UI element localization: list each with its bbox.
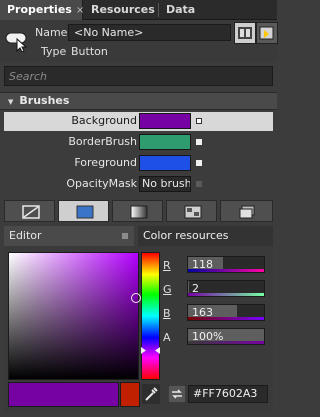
editor-menu-icon[interactable] [122,233,128,239]
search-input[interactable] [9,69,259,83]
tile-brush-button[interactable] [166,200,217,222]
tab-editor[interactable]: Editor [4,226,134,246]
brush-row-background[interactable]: Background [4,112,273,131]
brushes-section-header[interactable]: ▼ Brushes [0,92,277,110]
brush-resources-button[interactable] [220,200,273,222]
red-gradient-bar [188,269,264,272]
color-format-toggle-icon[interactable] [168,385,186,403]
name-field[interactable]: <No Name> [68,24,231,41]
solid-color-brush-button[interactable] [58,200,109,222]
brush-row-borderbrush[interactable]: BorderBrush [4,133,273,152]
name-label: Name [35,26,68,39]
channel-label: A [163,331,171,344]
properties-view-icon [238,27,252,39]
green-value-field[interactable]: 2 [187,280,265,297]
brush-resources-icon [239,205,255,219]
channel-red: R 118 [163,256,273,276]
events-view-button[interactable] [256,22,278,44]
tab-properties[interactable]: Properties × [0,0,84,20]
saturation-value-picker[interactable] [8,252,139,380]
gradient-brush-icon [130,205,148,219]
blue-value-field[interactable]: 163 [187,304,265,321]
channel-label: R [163,259,171,272]
type-label: Type [41,45,67,58]
gradient-brush-button[interactable] [112,200,163,222]
editor-tabs: Editor Color resources [4,226,273,246]
tab-color-resources[interactable]: Color resources [138,226,273,246]
hue-slider-handle[interactable] [141,347,160,354]
brush-label: Background [71,114,137,127]
channel-label: B [163,307,171,320]
alpha-gradient-bar [188,341,264,344]
tab-resources[interactable]: Resources [84,0,157,20]
tab-properties-label: Properties [7,3,72,16]
original-color-swatch[interactable] [120,382,140,407]
color-picker-handle[interactable] [131,293,141,303]
advanced-property-marker[interactable] [196,160,202,166]
hue-slider[interactable] [141,252,160,380]
brush-row-foreground[interactable]: Foreground [4,154,273,173]
channel-alpha: A 100% [163,328,273,348]
brush-row-opacitymask[interactable]: OpacityMask No brush [4,175,273,194]
tile-brush-icon [184,205,202,219]
solid-color-brush-icon [76,205,94,219]
channel-green: G 2 [163,280,273,300]
type-value: Button [71,45,108,58]
tab-color-resources-label: Color resources [143,229,229,242]
foreground-swatch[interactable] [139,155,191,171]
tab-data[interactable]: Data [159,0,204,20]
alpha-value-field[interactable]: 100% [187,328,265,345]
brush-mode-bar [4,200,273,222]
red-value-field[interactable]: 118 [187,256,265,273]
green-gradient-bar [188,293,264,296]
tab-resources-label: Resources [91,3,155,16]
tab-close-icon[interactable]: × [76,5,84,16]
advanced-property-marker[interactable] [196,181,202,187]
channel-label: G [163,283,172,296]
brush-label: BorderBrush [68,135,137,148]
brush-label: OpacityMask [66,177,137,190]
tab-editor-label: Editor [9,229,42,242]
opacitymask-value[interactable]: No brush [139,176,191,192]
button-object-icon [5,32,28,52]
borderbrush-swatch[interactable] [139,134,191,150]
panel-tab-strip: Properties × Resources Data [0,0,277,20]
current-color-swatch [8,382,119,407]
brush-label: Foreground [74,156,137,169]
properties-view-button[interactable] [234,22,256,44]
color-editor: R 118 G 2 B 163 A 100% #FF7602A3 [4,246,273,413]
tab-data-label: Data [166,3,196,16]
channel-blue: B 163 [163,304,273,324]
no-brush-button[interactable] [4,200,55,222]
collapse-triangle-icon: ▼ [8,98,14,106]
brushes-section-title: Brushes [19,94,70,107]
hex-value-field[interactable]: #FF7602A3 [188,385,268,403]
advanced-property-marker[interactable] [196,139,202,145]
eyedropper-icon[interactable] [142,384,160,404]
search-box[interactable] [4,66,273,86]
object-header: Name <No Name> Type Button [0,20,278,62]
background-swatch[interactable] [139,113,191,129]
no-brush-icon [22,205,40,219]
events-view-icon [259,26,274,40]
advanced-property-marker[interactable] [196,118,202,124]
blue-gradient-bar [188,317,264,320]
